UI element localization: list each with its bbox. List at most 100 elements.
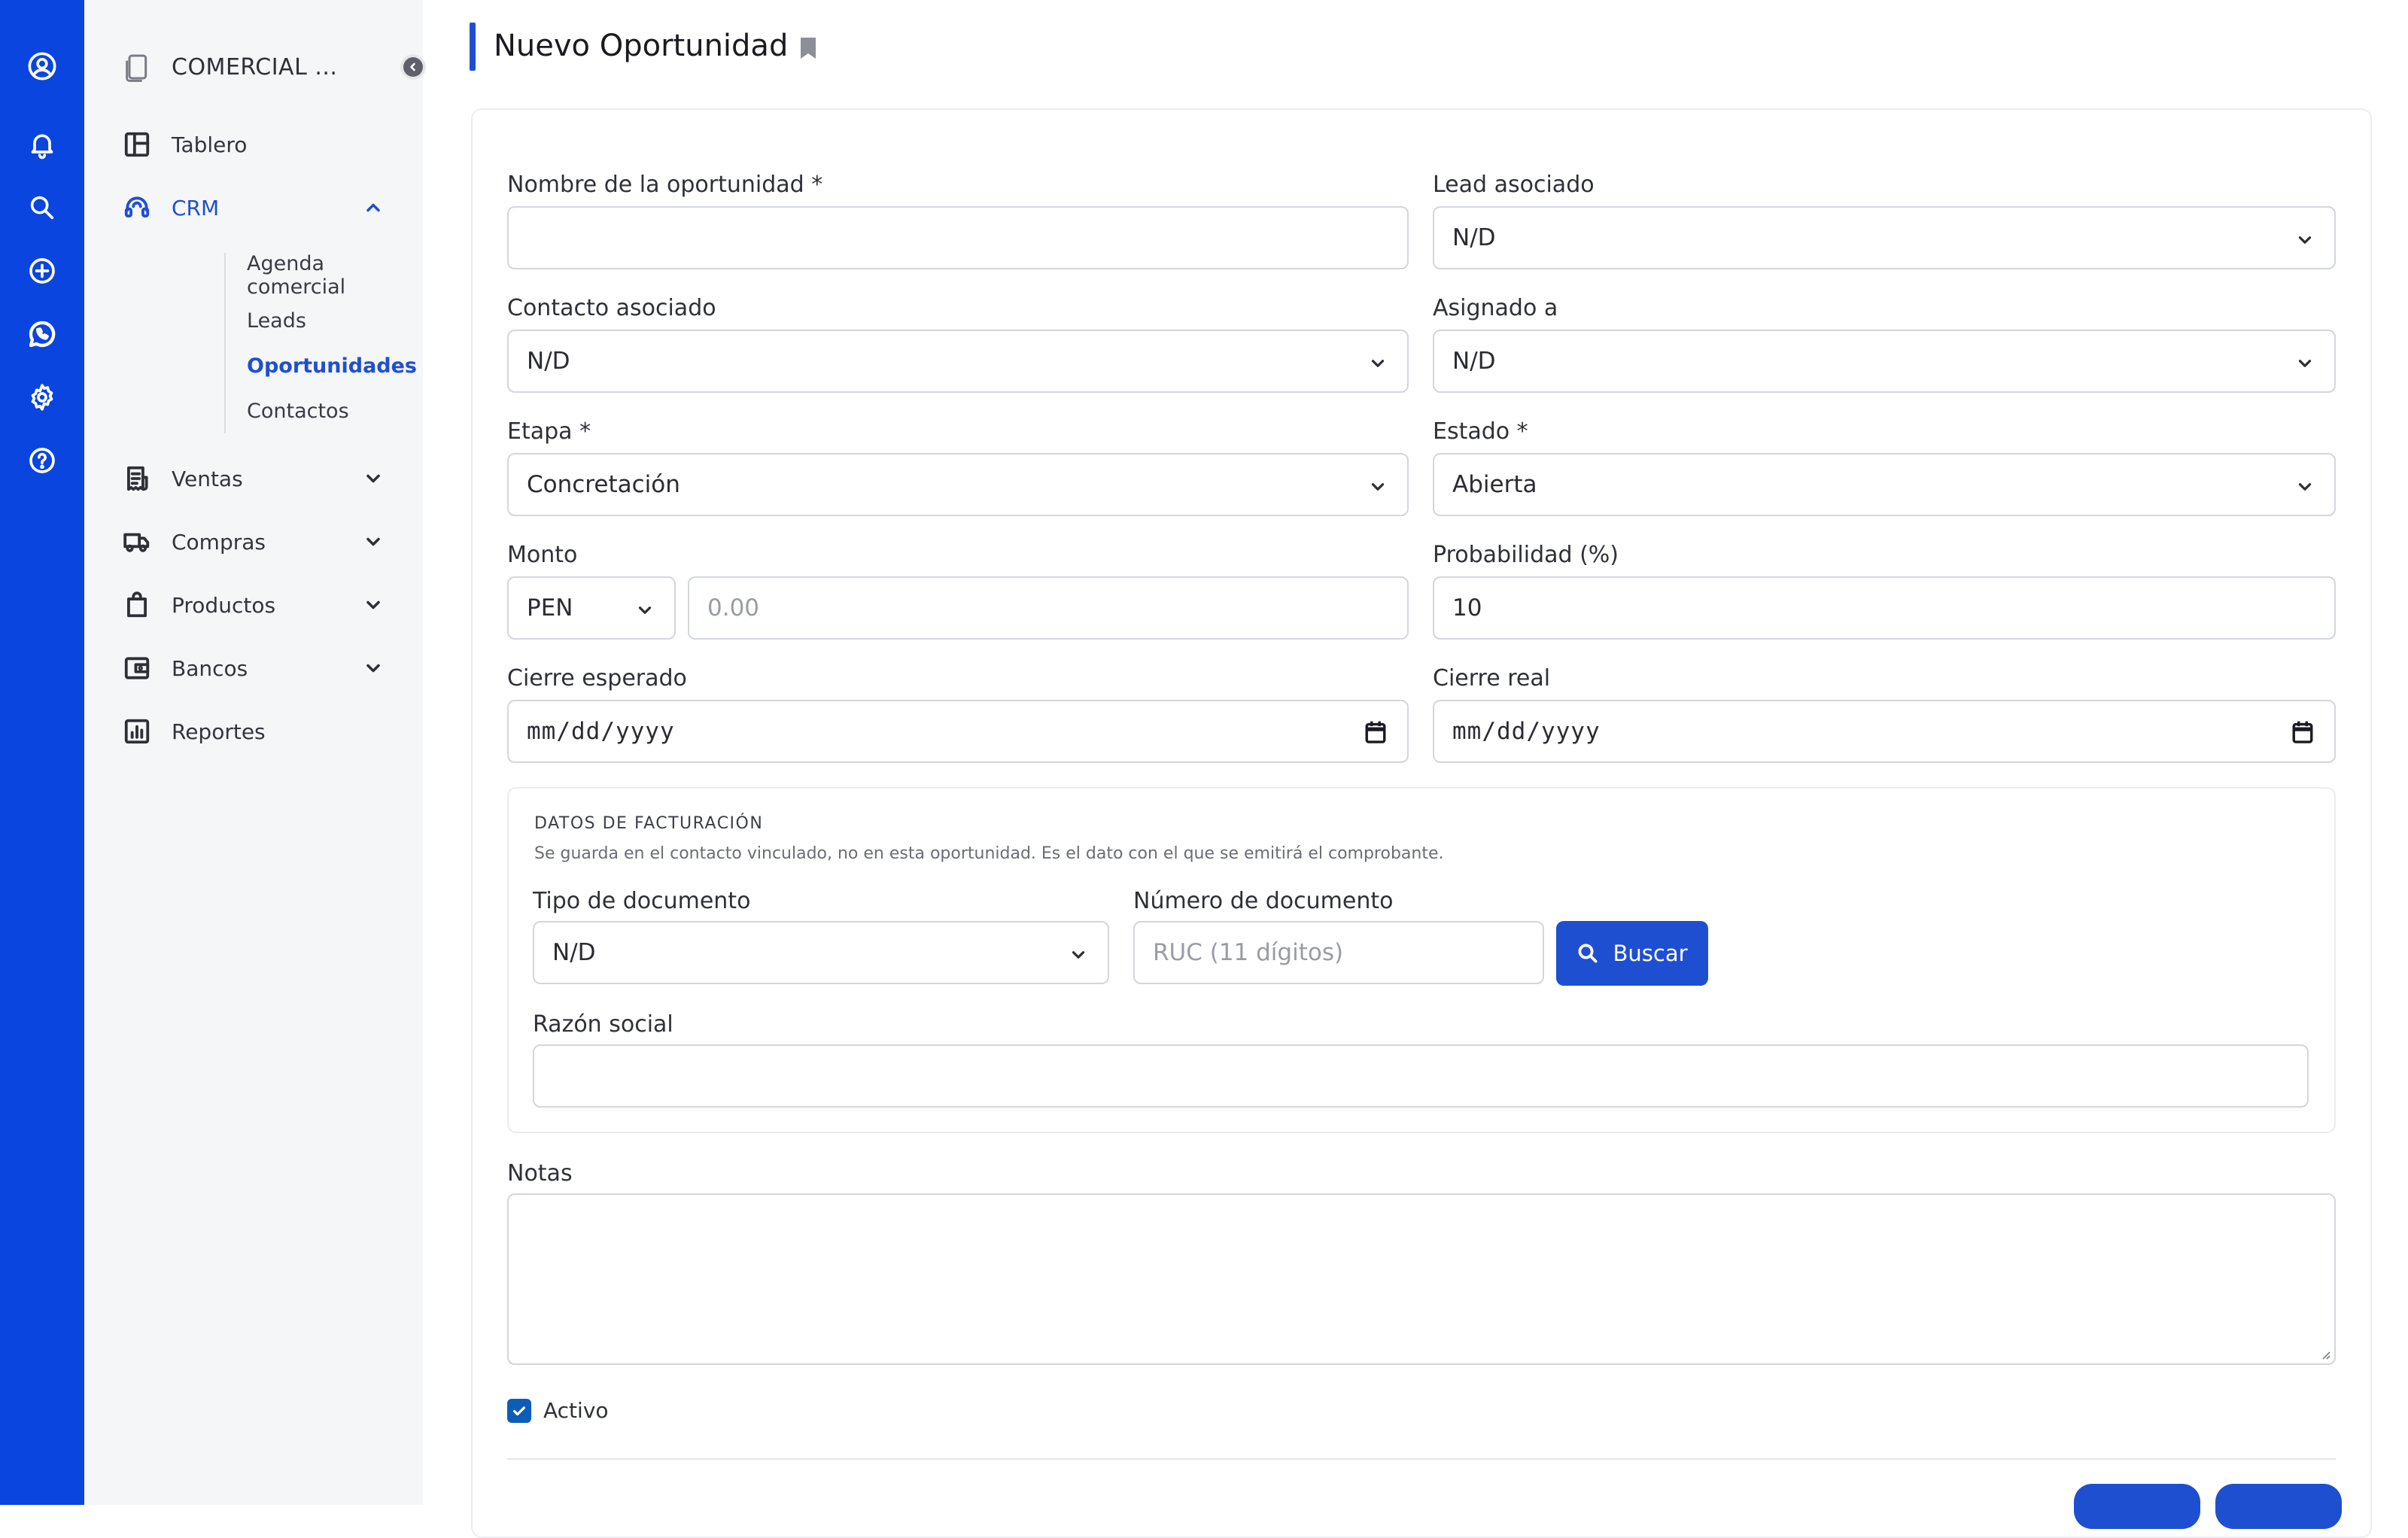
search-icon[interactable] [24,190,60,226]
billing-title: DATOS DE FACTURACIÓN [534,814,764,833]
user-circle-icon[interactable] [24,48,60,84]
calendar-icon[interactable] [1364,719,1388,745]
search-icon [1578,944,1598,963]
monto-placeholder: 0.00 [707,594,760,622]
icon-rail [0,0,84,1505]
nav-label: Compras [172,529,266,555]
company-selector[interactable]: COMERCIAL ... [122,45,423,89]
tipo-doc-label: Tipo de documento [533,888,751,914]
asignado-label: Asignado a [1433,295,1558,321]
chevron-down-icon [363,658,384,679]
num-doc-label: Número de documento [1133,888,1394,914]
cierre-esperado-value: mm/dd/yyyy [527,718,675,745]
monto-input[interactable]: 0.00 [688,576,1409,640]
estado-select[interactable]: Abierta [1433,453,2336,516]
wallet-icon [122,653,152,683]
cierre-real-value: mm/dd/yyyy [1452,718,1601,745]
calendar-icon[interactable] [2291,719,2315,745]
crm-submenu: Agenda comercial Leads Oportunidades Con… [224,252,417,433]
page-title: Nuevo Oportunidad [494,29,789,63]
chevron-left-icon [403,57,423,77]
sidebar: COMERCIAL ... Tablero CRM Agenda comerci… [84,0,426,1505]
nav-ventas[interactable]: Ventas [122,457,400,500]
tipo-doc-select[interactable]: N/D [533,921,1109,984]
headset-icon [122,193,152,223]
checkmark-icon [512,1406,526,1415]
bell-icon[interactable] [24,126,60,163]
probabilidad-input[interactable]: 10 [1433,576,2336,640]
nav-bancos[interactable]: Bancos [122,647,400,689]
chevron-down-icon [2295,229,2315,248]
buscar-button[interactable]: Buscar [1556,921,1708,986]
nav-label: Productos [172,592,276,618]
etapa-label: Etapa * [507,418,591,445]
save-button[interactable] [2215,1484,2342,1529]
moneda-value: PEN [527,594,573,622]
lead-select[interactable]: N/D [1433,206,2336,269]
nav-productos[interactable]: Productos [122,584,400,626]
monto-label: Monto [507,542,578,568]
chevron-down-icon [363,531,384,552]
nav-reportes[interactable]: Reportes [122,710,400,752]
chevron-down-icon [2295,476,2315,495]
nav-label: Ventas [172,466,243,491]
chevron-down-icon [363,594,384,616]
plus-circle-icon[interactable] [24,253,60,289]
cierre-real-date[interactable]: mm/dd/yyyy [1433,700,2336,763]
sidebar-item-leads[interactable]: Leads [226,298,412,343]
cancel-button[interactable] [2074,1484,2200,1529]
bookmark-icon[interactable] [798,36,819,60]
cierre-real-label: Cierre real [1433,665,1551,691]
gear-icon[interactable] [24,379,60,415]
num-doc-input[interactable]: RUC (11 dígitos) [1133,921,1544,984]
truck-icon [122,527,152,557]
activo-checkbox-row[interactable]: Activo [507,1398,609,1423]
chevron-down-icon [363,468,384,489]
tipo-doc-value: N/D [552,939,596,966]
nav-label: Tablero [172,132,248,157]
contacto-value: N/D [527,348,570,375]
num-doc-placeholder: RUC (11 dígitos) [1153,939,1344,966]
title-accent-bar [470,23,476,71]
activo-checkbox[interactable] [507,1398,531,1423]
razon-social-input[interactable] [533,1044,2309,1108]
nav-label: Reportes [172,719,266,744]
chevron-down-icon [635,599,655,619]
estado-value: Abierta [1452,471,1537,498]
nav-crm[interactable]: CRM [122,187,400,229]
chevron-down-icon [1368,352,1388,372]
resize-handle-icon[interactable] [2319,1348,2331,1360]
dashboard-icon [122,129,152,160]
collapse-sidebar-button[interactable] [400,54,426,80]
whatsapp-icon[interactable] [24,316,60,352]
chevron-down-icon [1368,476,1388,495]
sidebar-item-agenda-comercial[interactable]: Agenda comercial [226,252,412,299]
help-icon[interactable] [24,442,60,479]
nav-compras[interactable]: Compras [122,521,400,563]
document-stack-icon [126,54,147,82]
cierre-esperado-date[interactable]: mm/dd/yyyy [507,700,1409,763]
footer-divider [507,1458,2336,1460]
bar-chart-icon [122,716,152,746]
nombre-label: Nombre de la oportunidad * [507,172,823,198]
nombre-input[interactable] [507,206,1409,269]
razon-social-label: Razón social [533,1011,673,1038]
sidebar-item-oportunidades[interactable]: Oportunidades [226,343,417,388]
probabilidad-label: Probabilidad (%) [1433,542,1619,568]
activo-label: Activo [543,1398,609,1423]
company-name: COMERCIAL ... [172,53,338,81]
notas-label: Notas [507,1160,573,1187]
etapa-select[interactable]: Concretación [507,453,1409,516]
chevron-up-icon [363,197,384,218]
asignado-select[interactable]: N/D [1433,330,2336,393]
cierre-esperado-label: Cierre esperado [507,665,687,691]
chevron-down-icon [2295,352,2315,372]
nav-label: Bancos [172,655,248,681]
receipt-icon [122,464,152,494]
moneda-select[interactable]: PEN [507,576,676,640]
lead-value: N/D [1452,224,1496,251]
contacto-select[interactable]: N/D [507,330,1409,393]
sidebar-item-contactos[interactable]: Contactos [226,388,412,433]
notas-textarea[interactable] [507,1193,2336,1365]
nav-tablero[interactable]: Tablero [122,123,400,166]
